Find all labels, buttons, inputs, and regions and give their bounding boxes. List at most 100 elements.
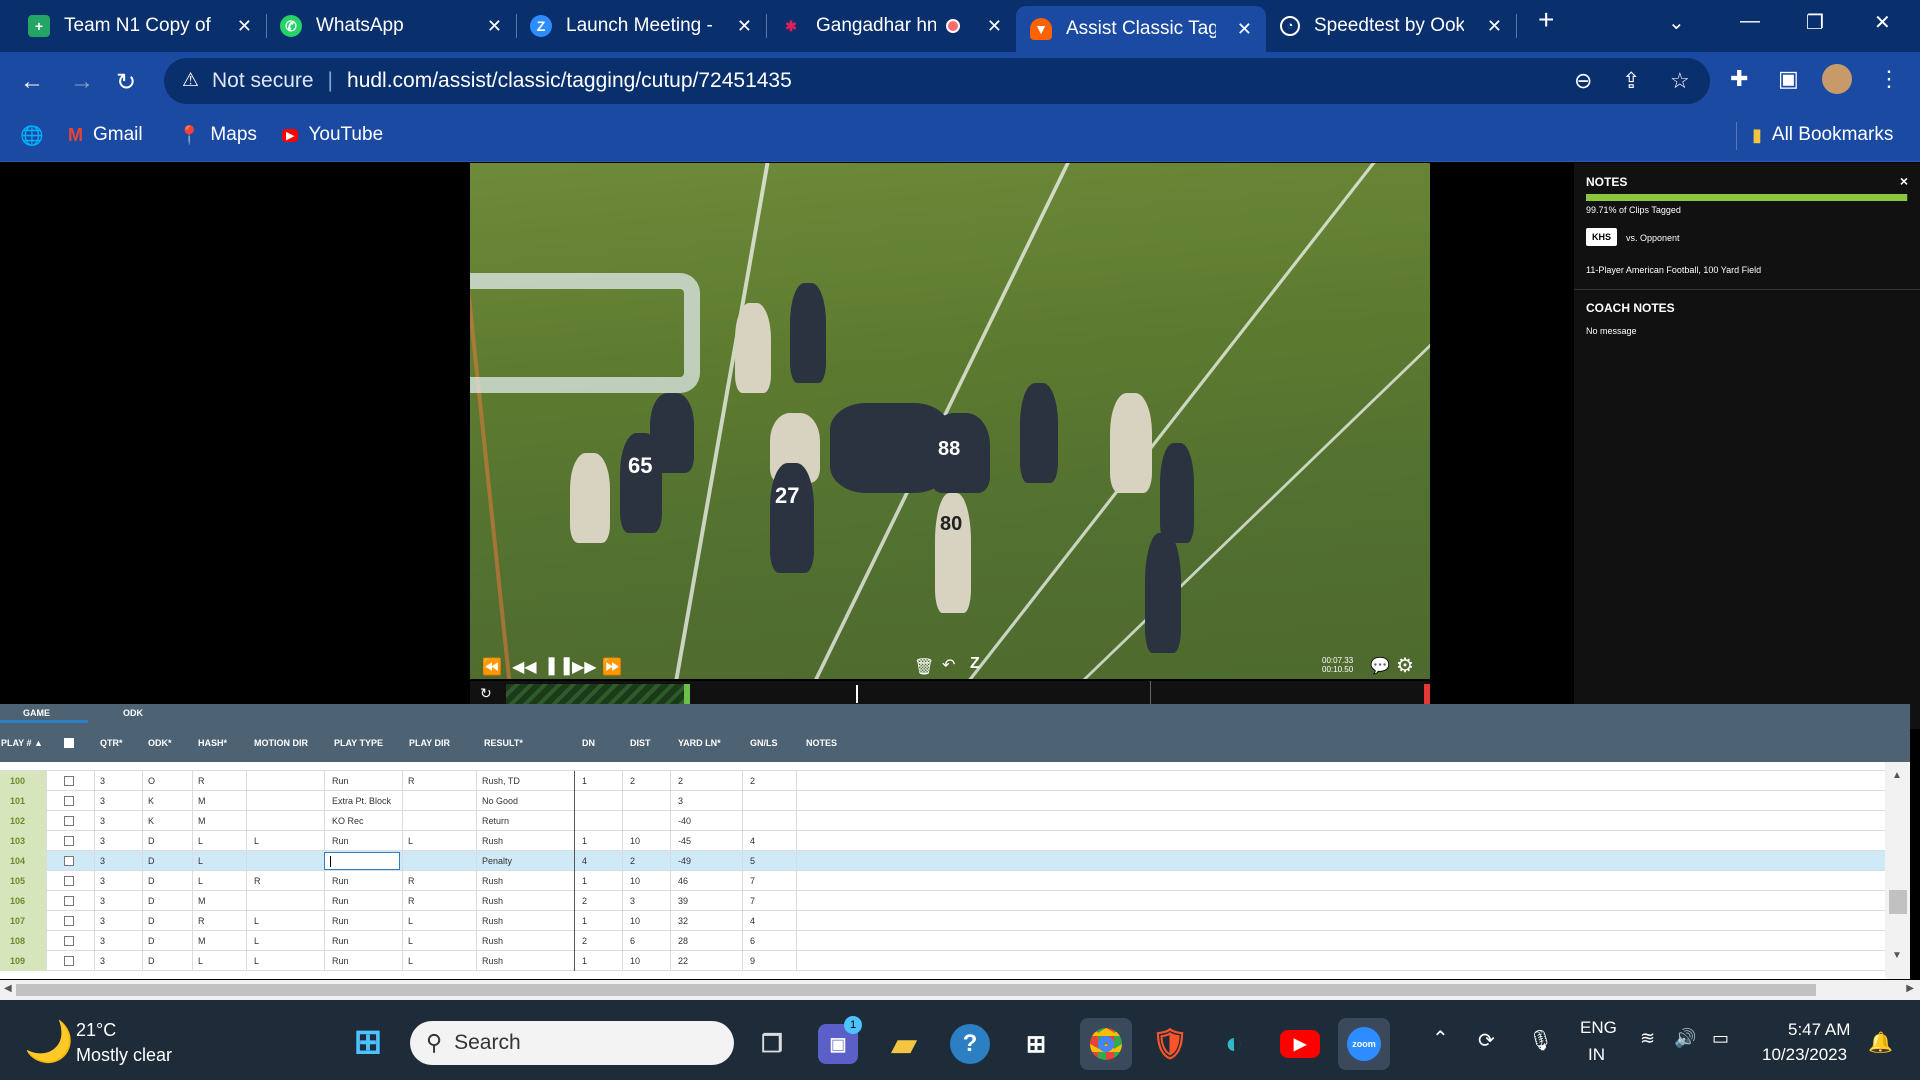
cell-play-number[interactable]: 102 xyxy=(0,811,46,831)
brave-icon[interactable]: 🛡 xyxy=(1150,1024,1190,1064)
cell-motion-dir[interactable]: R xyxy=(254,876,261,886)
undo-icon[interactable]: ↶ xyxy=(942,655,955,675)
cell-hash[interactable]: M xyxy=(198,896,206,906)
cell-yard-ln[interactable]: -45 xyxy=(678,836,691,846)
forward-fast-icon[interactable]: ⏩ xyxy=(602,657,622,677)
cell-odk[interactable]: K xyxy=(148,796,154,806)
close-icon[interactable]: ✕ xyxy=(987,16,1002,37)
close-window-button[interactable]: ✕ xyxy=(1874,10,1891,35)
bookmark-gmail[interactable]: M Gmail xyxy=(68,124,143,146)
row-checkbox[interactable] xyxy=(64,796,74,806)
not-secure-label[interactable]: Not secure xyxy=(212,69,314,93)
row-checkbox[interactable] xyxy=(64,836,74,846)
cell-odk[interactable]: D xyxy=(148,876,155,886)
cell-play-dir[interactable]: L xyxy=(408,936,413,946)
close-icon[interactable]: ✕ xyxy=(1487,16,1502,37)
weather-desc[interactable]: Mostly clear xyxy=(76,1045,172,1066)
cell-dist[interactable]: 2 xyxy=(630,776,635,786)
cell-dn[interactable]: 1 xyxy=(582,956,587,966)
table-row[interactable]: 103 3 D L L Run L Rush 1 10 -45 4 xyxy=(0,831,1886,851)
close-notes-button[interactable]: × xyxy=(1900,173,1908,189)
cell-dn[interactable]: 1 xyxy=(582,836,587,846)
cell-play-type[interactable]: Run xyxy=(332,776,349,786)
tab-game[interactable]: GAME xyxy=(23,708,50,718)
tab-sheets[interactable]: + Team N1 Copy of E ✕ xyxy=(28,6,266,46)
restore-button[interactable]: ❐ xyxy=(1806,10,1824,35)
cell-play-number[interactable]: 107 xyxy=(0,911,46,931)
cell-yard-ln[interactable]: 3 xyxy=(678,796,683,806)
col-dist[interactable]: DIST xyxy=(630,738,651,748)
close-icon[interactable]: ✕ xyxy=(487,16,502,37)
cell-hash[interactable]: R xyxy=(198,916,205,926)
zoom-out-icon[interactable]: ⊖ xyxy=(1574,68,1592,94)
row-checkbox[interactable] xyxy=(64,776,74,786)
rewind-fast-icon[interactable]: ⏪ xyxy=(482,657,502,677)
cell-result[interactable]: Penalty xyxy=(482,856,512,866)
notification-icon[interactable]: 🔔 xyxy=(1868,1030,1893,1055)
cell-odk[interactable]: D xyxy=(148,956,155,966)
cell-play-type[interactable]: Run xyxy=(332,956,349,966)
cell-dist[interactable]: 10 xyxy=(630,916,640,926)
cell-odk[interactable]: K xyxy=(148,816,154,826)
cell-hash[interactable]: M xyxy=(198,796,206,806)
weather-icon[interactable]: 🌙 xyxy=(24,1018,74,1065)
cell-yard-ln[interactable]: 28 xyxy=(678,936,688,946)
cell-play-type[interactable]: Run xyxy=(332,876,349,886)
table-row[interactable]: 105 3 D L R Run R Rush 1 10 46 7 xyxy=(0,871,1886,891)
menu-icon[interactable]: ⋮ xyxy=(1878,66,1900,92)
cell-result[interactable]: Return xyxy=(482,816,509,826)
table-row[interactable]: 102 3 K M KO Rec Return -40 xyxy=(0,811,1886,831)
back-icon[interactable]: ← xyxy=(20,68,44,96)
cell-result[interactable]: Rush xyxy=(482,936,503,946)
clock-date[interactable]: 10/23/2023 xyxy=(1762,1045,1847,1065)
cell-play-dir[interactable]: L xyxy=(408,836,413,846)
cell-play-number[interactable]: 101 xyxy=(0,791,46,811)
cell-gn-ls[interactable]: 4 xyxy=(750,916,755,926)
row-checkbox[interactable] xyxy=(64,936,74,946)
cell-hash[interactable]: M xyxy=(198,936,206,946)
table-row[interactable]: 106 3 D M Run R Rush 2 3 39 7 xyxy=(0,891,1886,911)
cell-play-number[interactable]: 104 xyxy=(0,851,46,871)
cell-qtr[interactable]: 3 xyxy=(100,916,105,926)
col-play-type[interactable]: PLAY TYPE xyxy=(334,738,383,748)
cell-qtr[interactable]: 3 xyxy=(100,896,105,906)
url-text[interactable]: hudl.com/assist/classic/tagging/cutup/72… xyxy=(347,69,792,93)
table-row[interactable]: 101 3 K M Extra Pt. Block No Good 3 xyxy=(0,791,1886,811)
new-tab-button[interactable]: + xyxy=(1538,4,1554,36)
cell-dn[interactable]: 1 xyxy=(582,916,587,926)
cell-play-type[interactable]: Run xyxy=(332,916,349,926)
col-yard-ln[interactable]: YARD LN* xyxy=(678,738,721,748)
col-qtr[interactable]: QTR* xyxy=(100,738,123,748)
cell-play-number[interactable]: 105 xyxy=(0,871,46,891)
cell-play-type[interactable]: Extra Pt. Block xyxy=(332,796,391,806)
cell-play-number[interactable]: 109 xyxy=(0,951,46,971)
weather-temp[interactable]: 21°C xyxy=(76,1020,116,1041)
omnibox[interactable]: ⚠ Not secure | hudl.com/assist/classic/t… xyxy=(164,58,1710,104)
tab-slack[interactable]: ✱ Gangadhar hn ✕ xyxy=(780,6,1016,46)
cell-hash[interactable]: R xyxy=(198,776,205,786)
cell-gn-ls[interactable]: 9 xyxy=(750,956,755,966)
region-label[interactable]: IN xyxy=(1588,1045,1605,1065)
all-bookmarks[interactable]: ▮ All Bookmarks xyxy=(1752,124,1893,146)
globe-icon[interactable]: 🌐 xyxy=(20,124,44,148)
cell-gn-ls[interactable]: 7 xyxy=(750,876,755,886)
cell-play-number[interactable]: 100 xyxy=(0,771,46,791)
wifi-icon[interactable]: ≋ xyxy=(1640,1028,1655,1049)
bookmark-maps[interactable]: 📍 Maps xyxy=(178,124,257,146)
zigzag-icon[interactable]: Z xyxy=(970,655,980,673)
cell-hash[interactable]: L xyxy=(198,836,203,846)
bookmark-youtube[interactable]: ▶ YouTube xyxy=(282,124,383,146)
tab-odk[interactable]: ODK xyxy=(123,708,143,718)
cell-qtr[interactable]: 3 xyxy=(100,776,105,786)
file-explorer-icon[interactable]: ▰ xyxy=(884,1024,924,1064)
table-row[interactable]: 100 3 O R Run R Rush, TD 1 2 2 2 xyxy=(0,771,1886,791)
volume-icon[interactable]: 🔊 xyxy=(1674,1028,1696,1049)
cell-qtr[interactable]: 3 xyxy=(100,956,105,966)
start-icon[interactable]: ⊞ xyxy=(348,1022,388,1062)
cell-motion-dir[interactable]: L xyxy=(254,936,259,946)
bookmark-star-icon[interactable]: ☆ xyxy=(1670,68,1690,94)
task-view-icon[interactable]: ❐ xyxy=(752,1024,792,1064)
cell-dist[interactable]: 6 xyxy=(630,936,635,946)
help-icon[interactable]: ? xyxy=(950,1024,990,1064)
cell-odk[interactable]: D xyxy=(148,936,155,946)
